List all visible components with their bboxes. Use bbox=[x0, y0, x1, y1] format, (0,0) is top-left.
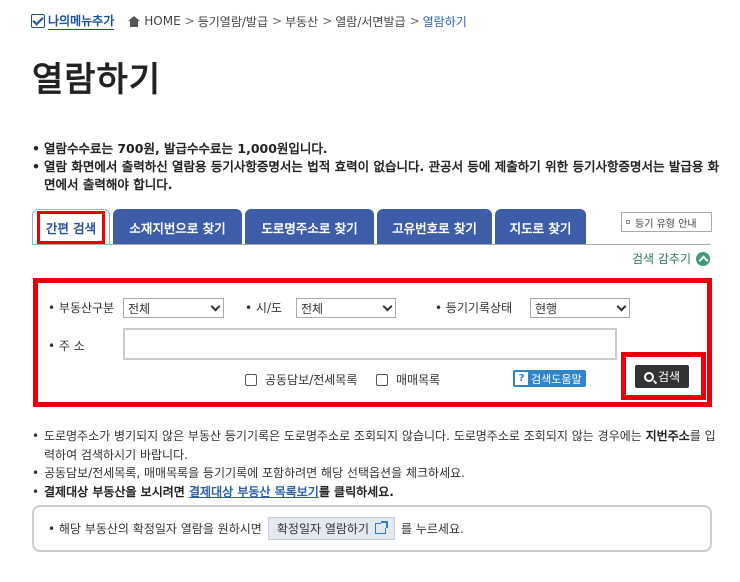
search-form: 부동산구분 전체 시/도 전체 등기기록상태 현행 주 소 공동담보/전세목록 … bbox=[33, 278, 712, 407]
question-icon: ? bbox=[515, 372, 528, 385]
search-icon bbox=[643, 371, 654, 382]
breadcrumb-separator: > bbox=[322, 14, 333, 28]
breadcrumb-item[interactable]: 부동산 bbox=[285, 13, 318, 30]
note-item: 도로명주소가 병기되지 않은 부동산 등기기록은 도로명주소로 조회되지 않습니… bbox=[32, 427, 722, 464]
sales-list-checkbox[interactable]: 매매목록 bbox=[376, 371, 440, 388]
page-title: 열람하기 bbox=[32, 60, 162, 100]
tab-map[interactable]: 지도로 찾기 bbox=[495, 209, 586, 245]
fee-info: 열람수수료는 700원, 발급수수료는 1,000원입니다. 열람 화면에서 출… bbox=[32, 140, 722, 194]
add-my-menu-button[interactable]: 나의메뉴추가 bbox=[31, 12, 115, 30]
registry-type-guide-button[interactable]: 등기 유형 안내 bbox=[621, 212, 712, 232]
arrow-right-icon bbox=[626, 220, 630, 224]
breadcrumb-separator: > bbox=[184, 14, 195, 28]
chevron-up-icon bbox=[696, 251, 710, 266]
search-help-button[interactable]: ? 검색도움말 bbox=[513, 370, 586, 387]
joint-collateral-checkbox[interactable]: 공동담보/전세목록 bbox=[245, 371, 357, 388]
tab-unique-number[interactable]: 고유번호로 찾기 bbox=[377, 209, 492, 245]
property-type-select[interactable]: 전체 bbox=[123, 298, 224, 318]
property-type-label: 부동산구분 bbox=[48, 299, 114, 316]
breadcrumb-current: 열람하기 bbox=[422, 14, 467, 29]
fixed-date-view-button[interactable]: 확정일자 열람하기 bbox=[267, 517, 395, 540]
breadcrumb: 나의메뉴추가 HOME > 등기열람/발급 > 부동산 > 열람/서면발급 > … bbox=[31, 12, 467, 30]
breadcrumb-home[interactable]: HOME bbox=[128, 14, 181, 28]
checkbox-icon bbox=[31, 14, 45, 28]
note-item: 결제대상 부동산을 보시려면 결제대상 부동산 목록보기를 클릭하세요. bbox=[32, 483, 722, 502]
fixed-date-notice: • 해당 부동산의 확정일자 열람을 원하시면 확정일자 열람하기 를 누르세요… bbox=[32, 505, 712, 552]
search-button-highlight: 검색 bbox=[621, 352, 706, 400]
search-tabs: 간편 검색 소재지번으로 찾기 도로명주소로 찾기 고유번호로 찾기 지도로 찾… bbox=[32, 209, 586, 245]
breadcrumb-separator: > bbox=[409, 14, 420, 28]
external-link-icon bbox=[375, 521, 388, 534]
info-line: 열람수수료는 700원, 발급수수료는 1,000원입니다. bbox=[32, 140, 722, 158]
search-notes: 도로명주소가 병기되지 않은 부동산 등기기록은 도로명주소로 조회되지 않습니… bbox=[32, 427, 722, 501]
search-button[interactable]: 검색 bbox=[635, 365, 689, 388]
info-line: 열람 화면에서 출력하신 열람용 등기사항증명서는 법적 효력이 없습니다. 관… bbox=[32, 158, 722, 194]
breadcrumb-item[interactable]: 열람/서면발급 bbox=[335, 13, 405, 30]
tab-divider bbox=[32, 244, 710, 245]
breadcrumb-item[interactable]: 등기열람/발급 bbox=[198, 13, 268, 30]
home-icon bbox=[128, 15, 141, 27]
tab-lot-number[interactable]: 소재지번으로 찾기 bbox=[113, 209, 242, 245]
hide-search-toggle[interactable]: 검색 감추기 bbox=[632, 250, 710, 267]
payment-list-link[interactable]: 결제대상 부동산 목록보기 bbox=[189, 485, 319, 499]
city-select[interactable]: 전체 bbox=[296, 298, 396, 318]
city-label: 시/도 bbox=[245, 299, 282, 316]
tab-simple-search[interactable]: 간편 검색 bbox=[32, 209, 110, 245]
note-item: 공동담보/전세목록, 매매목록을 등기기록에 포함하려면 해당 선택옵션을 체크… bbox=[32, 464, 722, 483]
address-label: 주 소 bbox=[48, 337, 85, 354]
tab-road-address[interactable]: 도로명주소로 찾기 bbox=[245, 209, 374, 245]
chevron-down-icon bbox=[382, 301, 393, 312]
address-input[interactable] bbox=[123, 328, 617, 360]
chevron-down-icon bbox=[210, 301, 221, 312]
status-label: 등기기록상태 bbox=[435, 299, 512, 316]
status-select[interactable]: 현행 bbox=[530, 298, 630, 318]
chevron-down-icon bbox=[616, 301, 627, 312]
breadcrumb-separator: > bbox=[272, 14, 283, 28]
